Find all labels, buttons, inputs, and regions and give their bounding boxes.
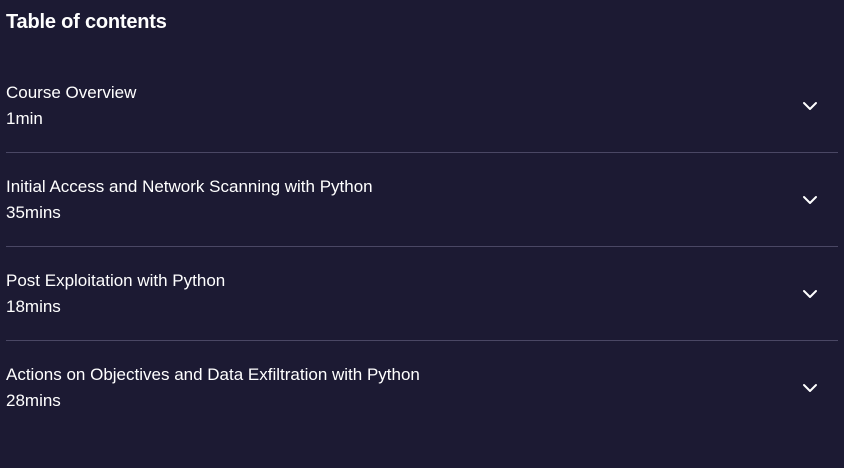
toc-item-course-overview[interactable]: Course Overview 1min — [6, 59, 838, 153]
table-of-contents-panel: Table of contents Course Overview 1min I… — [0, 0, 844, 468]
toc-heading: Table of contents — [6, 11, 167, 33]
toc-item-duration: 35mins — [6, 203, 61, 222]
toc-item-title: Actions on Objectives and Data Exfiltrat… — [6, 365, 420, 384]
chevron-down-icon[interactable] — [802, 101, 818, 111]
toc-item-duration: 18mins — [6, 297, 61, 316]
toc-item-actions-on-objectives[interactable]: Actions on Objectives and Data Exfiltrat… — [6, 341, 838, 435]
chevron-down-icon[interactable] — [802, 383, 818, 393]
toc-item-title: Course Overview — [6, 83, 137, 102]
chevron-down-icon[interactable] — [802, 289, 818, 299]
chevron-down-icon[interactable] — [802, 195, 818, 205]
toc-item-initial-access[interactable]: Initial Access and Network Scanning with… — [6, 153, 838, 247]
toc-item-duration: 28mins — [6, 391, 61, 410]
toc-item-post-exploitation[interactable]: Post Exploitation with Python 18mins — [6, 247, 838, 341]
toc-item-duration: 1min — [6, 109, 43, 128]
toc-item-title: Initial Access and Network Scanning with… — [6, 177, 373, 196]
toc-item-title: Post Exploitation with Python — [6, 271, 226, 290]
toc-list: Course Overview 1min Initial Access and … — [6, 59, 838, 435]
